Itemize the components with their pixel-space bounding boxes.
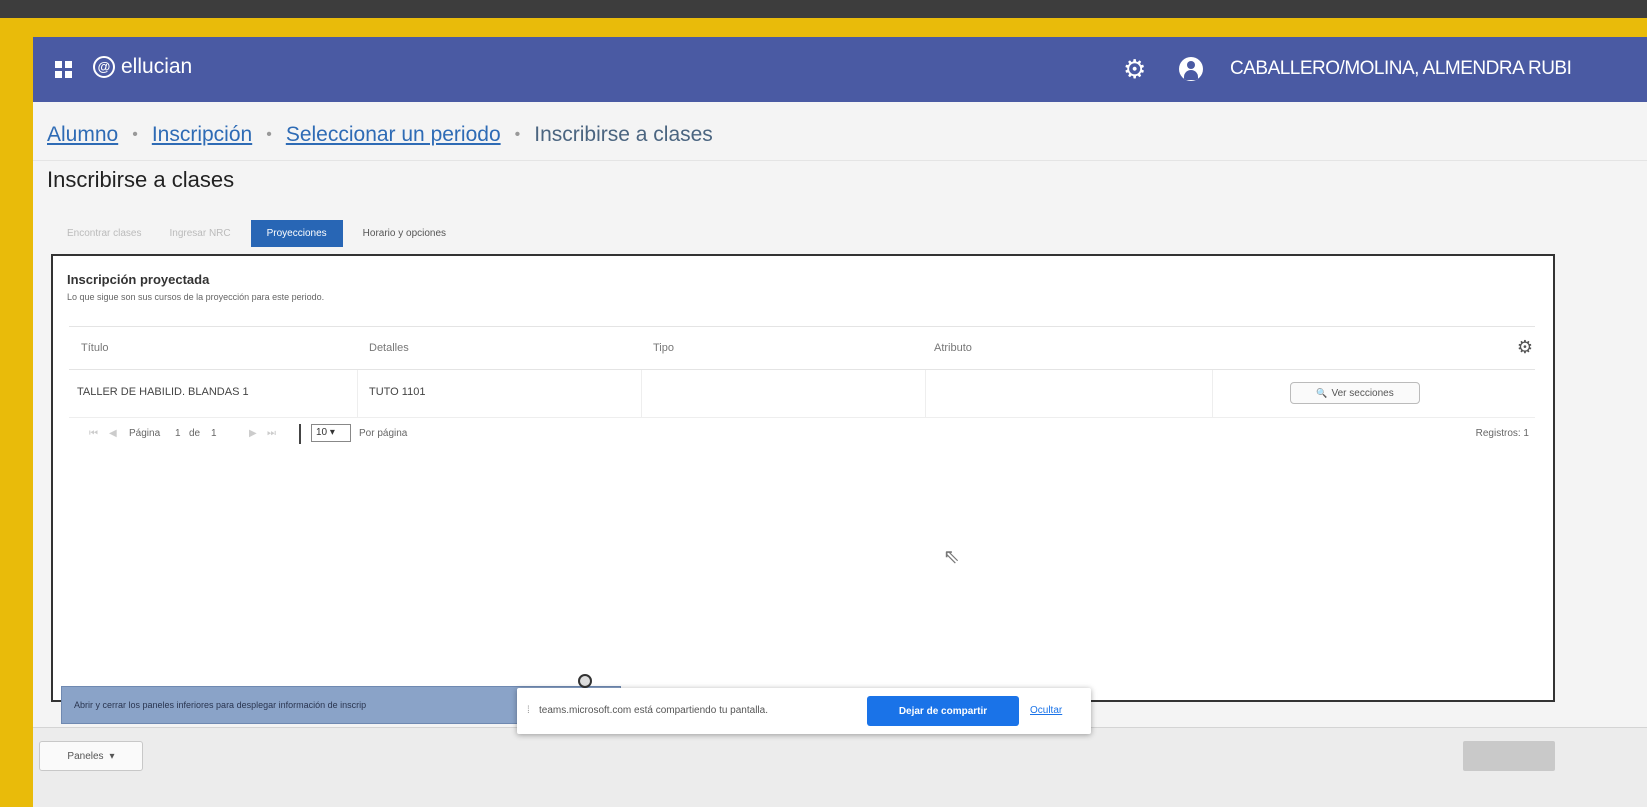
first-page-icon[interactable]: ⏮ [89,428,98,439]
column-header-detalles[interactable]: Detalles [369,342,409,354]
brand-name: ellucian [121,55,193,78]
per-page-value: 10 [316,427,328,438]
user-name[interactable]: CABALLERO/MOLINA, ALMENDRA RUBI [1230,58,1572,80]
breadcrumb-alumno[interactable]: Alumno [47,123,118,147]
footer-bar [33,727,1647,807]
current-page-input[interactable]: 1 [175,428,181,439]
page-label: Página [129,428,161,439]
next-page-icon[interactable]: ▶ [249,428,257,439]
breadcrumb-separator: • [132,126,138,143]
breadcrumb: Alumno • Inscripción • Seleccionar un pe… [47,123,713,147]
column-header-titulo[interactable]: Título [81,342,109,354]
settings-gear-icon[interactable]: ⚙ [1123,54,1146,85]
hint-toggle-icon[interactable] [578,674,592,688]
table-settings-gear-icon[interactable]: ⚙ [1517,337,1533,358]
projection-table: Título Detalles Tipo Atributo ⚙ TALLER D… [69,326,1535,456]
column-divider [357,370,358,418]
hide-banner-link[interactable]: Ocultar [1030,705,1062,716]
breadcrumb-inscripcion[interactable]: Inscripción [152,123,252,147]
of-label: de [189,428,201,439]
tab-ingresar-nrc[interactable]: Ingresar NRC [155,220,244,247]
chevron-down-icon: ▾ [109,750,115,762]
cell-titulo: TALLER DE HABILID. BLANDAS 1 [77,386,249,398]
panel-subtitle: Lo que sigue son sus cursos de la proyec… [67,292,325,302]
tab-encontrar-clases[interactable]: Encontrar clases [53,220,155,247]
tab-horario-opciones[interactable]: Horario y opciones [349,220,460,247]
tab-proyecciones[interactable]: Proyecciones [250,220,343,247]
chevron-down-icon: ▾ [329,427,335,438]
table-header: Título Detalles Tipo Atributo ⚙ [69,326,1535,370]
column-divider [641,370,642,418]
ellucian-logo[interactable]: @ ellucian [93,55,192,79]
search-icon: 🔍 [1316,387,1328,398]
app-window: @ ellucian ⚙ CABALLERO/MOLINA, ALMENDRA … [33,37,1647,807]
stop-sharing-button[interactable]: Dejar de compartir [867,696,1019,726]
paneles-button[interactable]: Paneles ▾ [39,741,143,771]
prev-page-icon[interactable]: ◀ [109,428,117,439]
column-divider [1212,370,1213,418]
page-title: Inscribirse a clases [47,167,235,192]
ver-secciones-button[interactable]: 🔍 Ver secciones [1290,382,1420,404]
last-page-icon[interactable]: ⏭ [267,428,276,439]
pagination-bar: ⏮ ◀ Página 1 de 1 ▶ ⏭ 10 ▾ Por página Re… [69,418,1535,456]
footer-action-button[interactable] [1463,741,1555,771]
breadcrumb-separator: • [266,126,272,143]
tab-bar: Encontrar clases Ingresar NRC Proyeccion… [53,220,460,247]
column-header-atributo[interactable]: Atributo [934,342,972,354]
total-pages: 1 [211,428,217,439]
screen-share-banner: ⁞ teams.microsoft.com está compartiendo … [517,688,1091,734]
top-bar: @ ellucian ⚙ CABALLERO/MOLINA, ALMENDRA … [33,37,1647,102]
records-count: Registros: 1 [1475,428,1529,439]
grid-menu-icon[interactable] [55,61,73,79]
pager-divider [299,424,301,444]
header-divider [33,160,1647,161]
ver-secciones-label: Ver secciones [1331,387,1394,399]
column-header-tipo[interactable]: Tipo [653,342,674,354]
breadcrumb-separator: • [514,126,521,143]
mouse-cursor-icon: ⇖ [943,546,960,568]
cell-detalles: TUTO 1101 [369,386,426,398]
table-row: TALLER DE HABILID. BLANDAS 1 TUTO 1101 🔍… [69,370,1535,418]
user-avatar-icon[interactable] [1179,57,1203,81]
ellucian-logo-mark: @ [93,56,115,78]
panel-title: Inscripción proyectada [67,272,210,287]
breadcrumb-current: Inscribirse a clases [534,123,713,146]
projection-panel: Inscripción proyectada Lo que sigue son … [51,254,1555,702]
per-page-select[interactable]: 10 ▾ [311,424,351,442]
column-divider [925,370,926,418]
breadcrumb-seleccionar-periodo[interactable]: Seleccionar un periodo [286,123,501,147]
share-banner-text: teams.microsoft.com está compartiendo tu… [539,705,768,716]
paneles-label: Paneles [67,750,104,762]
per-page-label: Por página [359,428,408,439]
drag-handle-icon[interactable]: ⁞ [527,705,530,716]
